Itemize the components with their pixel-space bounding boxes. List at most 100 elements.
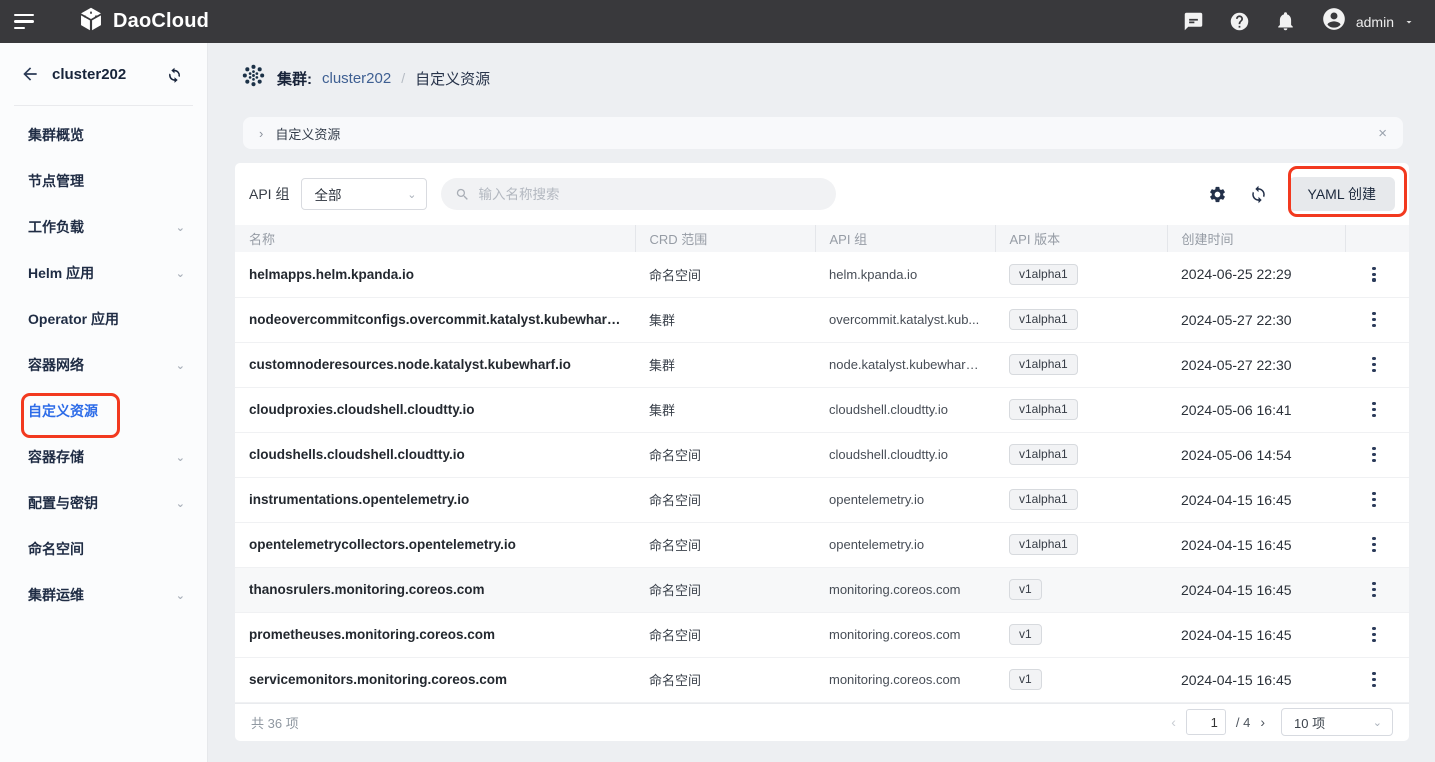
api-group-select[interactable]: 全部 ⌄ xyxy=(301,178,427,210)
chevron-down-icon: ⌄ xyxy=(407,188,416,201)
pagination: ‹ / 4 › 10 项 ⌄ xyxy=(1171,708,1393,736)
sidebar-divider xyxy=(14,105,193,106)
page: DaoCloud admin xyxy=(0,0,1435,762)
crd-list-card: API 组 全部 ⌄ YAML 创建 xyxy=(235,163,1409,741)
api-version-badge: v1alpha1 xyxy=(1009,354,1078,375)
daocloud-logo-icon xyxy=(78,6,104,37)
crd-api-group: helm.kpanda.io xyxy=(815,252,995,297)
chevron-down-icon: ⌄ xyxy=(176,497,185,510)
api-version-badge: v1alpha1 xyxy=(1009,309,1078,330)
table-row: cloudshells.cloudshell.cloudtty.io 命名空间 … xyxy=(235,432,1409,477)
search-input[interactable] xyxy=(478,187,822,202)
user-name: admin xyxy=(1356,14,1394,30)
chevron-down-icon: ⌄ xyxy=(176,451,185,464)
total-count: 共 36 项 xyxy=(251,713,299,732)
crd-api-group: cloudshell.cloudtty.io xyxy=(815,432,995,477)
column-header-crd-scope: CRD 范围 xyxy=(635,225,815,252)
kebab-menu-icon[interactable] xyxy=(1365,446,1383,464)
crd-name: helmapps.helm.kpanda.io xyxy=(235,252,635,297)
crd-scope: 命名空间 xyxy=(635,522,815,567)
sidebar-item[interactable]: Helm 应用 ⌄ xyxy=(0,250,207,296)
sidebar-item[interactable]: 工作负载 ⌄ xyxy=(0,204,207,250)
kebab-menu-icon[interactable] xyxy=(1365,581,1383,599)
kebab-menu-icon[interactable] xyxy=(1365,265,1383,283)
crd-api-group: opentelemetry.io xyxy=(815,477,995,522)
crd-created-at: 2024-06-25 22:29 xyxy=(1167,252,1345,297)
hamburger-menu-icon[interactable] xyxy=(14,12,40,32)
column-header-name: 名称 xyxy=(235,225,635,252)
kebab-menu-icon[interactable] xyxy=(1365,536,1383,554)
page-number-input[interactable] xyxy=(1186,709,1226,735)
crd-name: cloudshells.cloudshell.cloudtty.io xyxy=(235,432,635,477)
api-version-badge: v1 xyxy=(1009,579,1042,600)
crd-api-group: monitoring.coreos.com xyxy=(815,567,995,612)
kebab-menu-icon[interactable] xyxy=(1365,401,1383,419)
sidebar-item-label: 命名空间 xyxy=(28,539,84,559)
chevron-down-icon xyxy=(1403,16,1415,28)
page-size-select[interactable]: 10 项 ⌄ xyxy=(1281,708,1393,736)
kebab-menu-icon[interactable] xyxy=(1365,491,1383,509)
kebab-menu-icon[interactable] xyxy=(1365,356,1383,374)
daocloud-brand[interactable]: DaoCloud xyxy=(78,6,209,37)
user-menu[interactable]: admin xyxy=(1321,6,1415,37)
crd-api-group: overcommit.katalyst.kub... xyxy=(815,297,995,342)
table-row: thanosrulers.monitoring.coreos.com 命名空间 … xyxy=(235,567,1409,612)
sidebar-item-label: 容器网络 xyxy=(28,355,84,375)
api-version-badge: v1 xyxy=(1009,624,1042,645)
crd-name: prometheuses.monitoring.coreos.com xyxy=(235,612,635,657)
kebab-menu-icon[interactable] xyxy=(1365,671,1383,689)
sidebar-item-label: 容器存储 xyxy=(28,447,84,467)
search-icon xyxy=(455,187,470,202)
yaml-create-button[interactable]: YAML 创建 xyxy=(1289,177,1395,211)
crd-created-at: 2024-04-15 16:45 xyxy=(1167,567,1345,612)
avatar-icon xyxy=(1321,6,1347,37)
chevron-down-icon: ⌄ xyxy=(176,267,185,280)
crd-name: opentelemetrycollectors.opentelemetry.io xyxy=(235,522,635,567)
help-icon[interactable] xyxy=(1229,11,1251,33)
sidebar-item[interactable]: 节点管理 ⌄ xyxy=(0,158,207,204)
next-page-icon[interactable]: › xyxy=(1260,714,1265,730)
sidebar-item[interactable]: 集群概览 ⌄ xyxy=(0,112,207,158)
chevron-down-icon: ⌄ xyxy=(1373,716,1382,729)
breadcrumb-prefix: 集群: xyxy=(277,68,312,89)
sidebar: cluster202 集群概览 ⌄ 节点管理 ⌄ 工作负载 ⌄ xyxy=(0,43,208,762)
close-icon[interactable]: × xyxy=(1378,126,1387,141)
sidebar-item-label: 工作负载 xyxy=(28,217,84,237)
refresh-icon[interactable] xyxy=(1248,183,1270,205)
table-row: servicemonitors.monitoring.coreos.com 命名… xyxy=(235,657,1409,702)
crd-scope: 命名空间 xyxy=(635,567,815,612)
total-pages: / 4 xyxy=(1236,715,1250,730)
banner-title: 自定义资源 xyxy=(275,124,340,143)
sidebar-item[interactable]: 命名空间 ⌄ xyxy=(0,526,207,572)
bell-icon[interactable] xyxy=(1275,11,1297,33)
sidebar-item[interactable]: Operator 应用 ⌄ xyxy=(0,296,207,342)
crd-created-at: 2024-05-06 14:54 xyxy=(1167,432,1345,477)
chat-icon[interactable] xyxy=(1183,11,1205,33)
prev-page-icon[interactable]: ‹ xyxy=(1171,714,1176,730)
breadcrumb: 集群: cluster202 / 自定义资源 xyxy=(209,43,1435,94)
kebab-menu-icon[interactable] xyxy=(1365,626,1383,644)
crd-table: 名称 CRD 范围 API 组 API 版本 创建时间 helmapps.hel… xyxy=(235,225,1409,703)
api-version-badge: v1 xyxy=(1009,669,1042,690)
crd-name: nodeovercommitconfigs.overcommit.katalys… xyxy=(235,297,635,342)
switch-cluster-icon[interactable] xyxy=(165,63,187,85)
gear-icon[interactable] xyxy=(1207,183,1229,205)
sidebar-cluster-name: cluster202 xyxy=(52,66,126,83)
breadcrumb-cluster-link[interactable]: cluster202 xyxy=(322,70,391,87)
info-banner: › 自定义资源 × xyxy=(243,117,1403,149)
sidebar-item[interactable]: 容器存储 ⌄ xyxy=(0,434,207,480)
sidebar-item[interactable]: 自定义资源 ⌄ xyxy=(0,388,207,434)
sidebar-item[interactable]: 集群运维 ⌄ xyxy=(0,572,207,618)
chevron-down-icon: ⌄ xyxy=(176,359,185,372)
topbar: DaoCloud admin xyxy=(0,0,1435,43)
api-version-badge: v1alpha1 xyxy=(1009,534,1078,555)
kebab-menu-icon[interactable] xyxy=(1365,311,1383,329)
sidebar-item[interactable]: 容器网络 ⌄ xyxy=(0,342,207,388)
chevron-down-icon: ⌄ xyxy=(176,589,185,602)
sidebar-item[interactable]: 配置与密钥 ⌄ xyxy=(0,480,207,526)
sidebar-nav: 集群概览 ⌄ 节点管理 ⌄ 工作负载 ⌄ Helm 应用 ⌄ xyxy=(0,112,207,618)
back-arrow-icon[interactable] xyxy=(20,63,42,85)
crd-scope: 命名空间 xyxy=(635,657,815,702)
chevron-right-icon[interactable]: › xyxy=(259,126,263,141)
crd-scope: 集群 xyxy=(635,387,815,432)
